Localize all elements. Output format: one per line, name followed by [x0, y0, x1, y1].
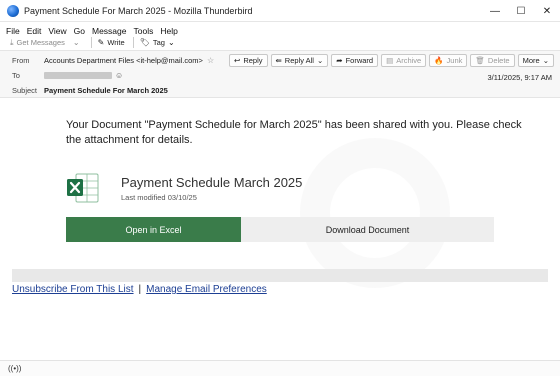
- menu-edit[interactable]: Edit: [27, 26, 42, 36]
- delete-button[interactable]: 🗑 Delete: [470, 54, 515, 67]
- menu-message[interactable]: Message: [92, 26, 127, 36]
- menu-help[interactable]: Help: [160, 26, 177, 36]
- menu-view[interactable]: View: [48, 26, 66, 36]
- trash-icon: 🗑: [475, 56, 485, 65]
- document-last-modified: Last modified 03/10/25: [121, 193, 197, 202]
- write-label: Write: [107, 38, 125, 47]
- junk-button[interactable]: 🔥 Junk: [429, 54, 468, 67]
- chevron-down-icon: ⌄: [72, 38, 80, 47]
- open-in-excel-button[interactable]: Open in Excel: [66, 217, 241, 242]
- minimize-button[interactable]: —: [482, 0, 508, 22]
- download-document-button[interactable]: Download Document: [241, 217, 494, 242]
- archive-icon: ▤: [386, 56, 394, 65]
- pencil-icon: ✎: [97, 38, 105, 47]
- link-separator: |: [138, 284, 142, 295]
- forward-button[interactable]: ➦ Forward: [331, 54, 379, 67]
- to-value[interactable]: ☺: [44, 71, 123, 80]
- forward-label: Forward: [345, 56, 374, 65]
- chevron-down-icon: ⌄: [167, 38, 175, 47]
- menu-tools[interactable]: Tools: [133, 26, 153, 36]
- reply-button[interactable]: ↩ Reply: [229, 54, 268, 67]
- thunderbird-logo-icon: [7, 4, 19, 17]
- star-icon[interactable]: ☆: [207, 56, 214, 65]
- tag-icon: 🏷: [139, 38, 150, 47]
- status-bar: ((•)): [0, 360, 560, 376]
- window-title: Payment Schedule For March 2025 - Mozill…: [24, 5, 253, 16]
- chevron-down-icon: ⌄: [316, 56, 324, 65]
- subject-value: Payment Schedule For March 2025: [44, 85, 168, 95]
- close-button[interactable]: ✕: [534, 0, 560, 22]
- footer-links: Unsubscribe From This List | Manage Email …: [12, 284, 267, 295]
- to-label: To: [12, 70, 20, 80]
- message-date: 3/11/2025, 9:17 AM: [487, 73, 553, 82]
- junk-label: Junk: [446, 56, 463, 65]
- excel-file-icon: [67, 173, 99, 203]
- menu-file[interactable]: File: [6, 26, 20, 36]
- from-value[interactable]: Accounts Department Files <it-help@mail.…: [44, 56, 214, 65]
- archive-label: Archive: [396, 56, 422, 65]
- window-controls: — ☐ ✕: [482, 0, 560, 22]
- title-bar: Payment Schedule For March 2025 - Mozill…: [0, 0, 560, 22]
- forward-icon: ➦: [336, 56, 343, 65]
- junk-icon: 🔥: [434, 56, 444, 65]
- reply-label: Reply: [243, 56, 263, 65]
- message-body: Your Document "Payment Schedule for Marc…: [0, 98, 560, 376]
- delete-label: Delete: [487, 56, 510, 65]
- get-messages-dropdown[interactable]: ⌄: [73, 38, 83, 47]
- more-label: More: [522, 56, 540, 65]
- reply-icon: ↩: [234, 56, 241, 65]
- connection-status-icon[interactable]: ((•)): [8, 364, 21, 373]
- more-button[interactable]: More ⌄: [517, 54, 554, 67]
- sender-address[interactable]: Accounts Department Files <it-help@mail.…: [44, 56, 203, 65]
- contact-icon[interactable]: ☺: [115, 71, 123, 80]
- tag-label: Tag: [152, 38, 165, 47]
- get-messages-label: Get Messages: [16, 38, 65, 47]
- toolbar-divider: [132, 37, 134, 48]
- get-messages-button[interactable]: ⤓ Get Messages: [10, 38, 65, 48]
- maximize-button[interactable]: ☐: [508, 0, 534, 22]
- redacted-recipient: [44, 72, 112, 80]
- message-header: From Accounts Department Files <it-help@…: [0, 50, 560, 98]
- chevron-down-icon: ⌄: [542, 56, 549, 65]
- archive-button[interactable]: ▤ Archive: [381, 54, 427, 67]
- main-toolbar: ⤓ Get Messages ⌄ ✎ Write 🏷 Tag ⌄: [0, 35, 560, 50]
- subject-row: Subject Payment Schedule For March 2025: [0, 84, 400, 96]
- subject-label: Subject: [12, 85, 38, 95]
- unsubscribe-link[interactable]: Unsubscribe From This List: [12, 284, 134, 295]
- write-button[interactable]: ✎ Write: [98, 38, 125, 47]
- document-title: Payment Schedule March 2025: [121, 175, 303, 190]
- to-row: To ☺: [0, 69, 300, 81]
- menu-go[interactable]: Go: [74, 26, 85, 36]
- reply-all-icon: ⇚: [275, 56, 282, 65]
- watermark-shape: [300, 138, 450, 288]
- toolbar-divider: [90, 37, 92, 48]
- message-actions: ↩ Reply ⇚ Reply All ⌄ ➦ Forward ▤ Archive 🔥 Ju…: [226, 54, 554, 67]
- from-label: From: [12, 55, 30, 65]
- email-intro-text: Your Document "Payment Schedule for Marc…: [66, 119, 522, 146]
- tag-button[interactable]: 🏷 Tag ⌄: [140, 38, 178, 47]
- reply-all-button[interactable]: ⇚ Reply All ⌄: [270, 54, 329, 67]
- reply-all-label: Reply All: [284, 56, 314, 65]
- manage-preferences-link[interactable]: Manage Email Preferences: [146, 284, 267, 295]
- download-arrow-icon: ⤓: [10, 37, 14, 47]
- divider-bar: [12, 269, 548, 282]
